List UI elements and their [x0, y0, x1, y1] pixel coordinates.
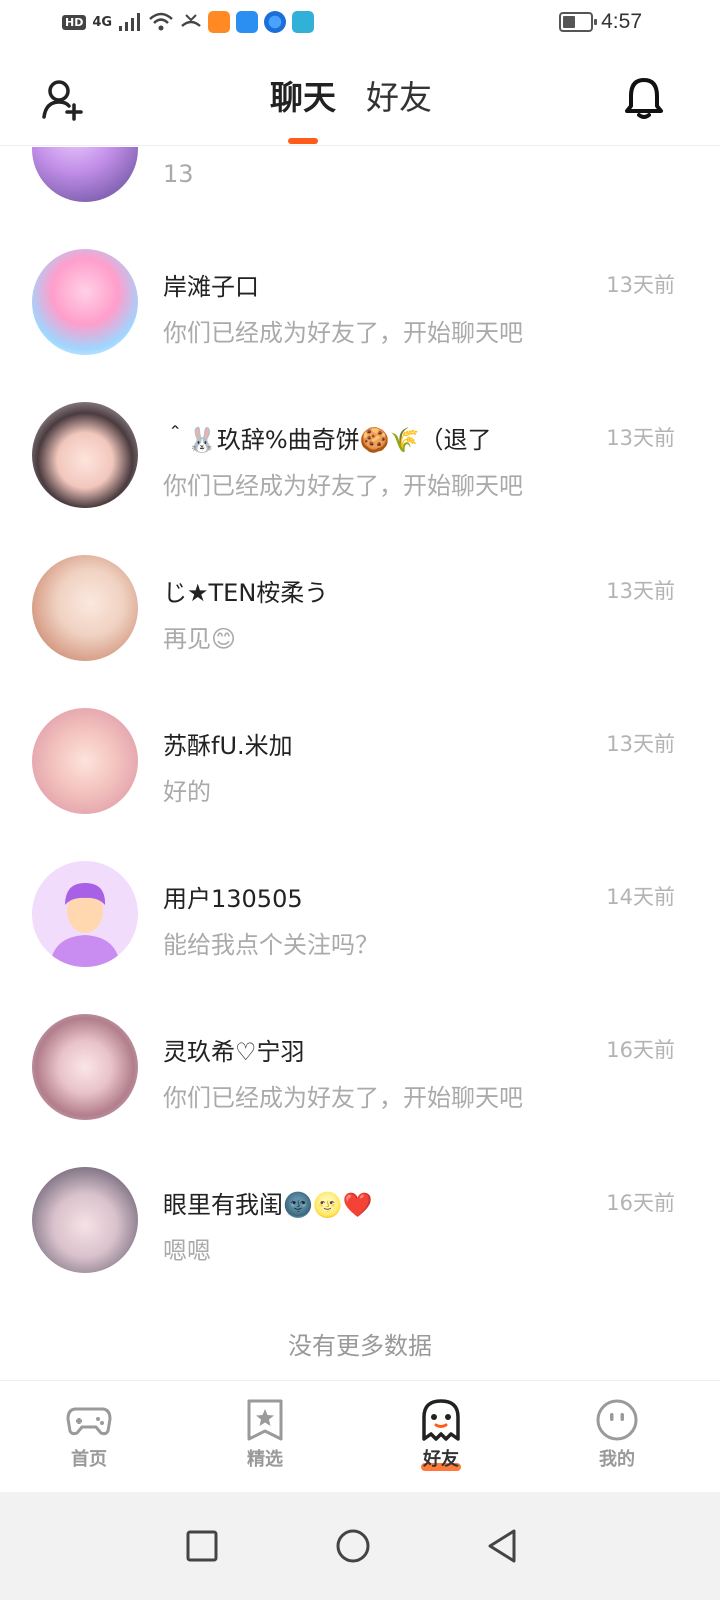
- chat-time: 16天前: [606, 1038, 675, 1062]
- nav-label: 我的: [599, 1449, 635, 1470]
- avatar: [32, 402, 138, 508]
- signal-icon: [119, 13, 141, 31]
- ghost-icon: [422, 1399, 460, 1441]
- chat-name: 用户130505: [163, 885, 303, 913]
- chat-name: じ★TEN桉柔う: [163, 579, 329, 607]
- avatar: [32, 1014, 138, 1120]
- avatar: [32, 555, 138, 661]
- chat-time: 14天前: [606, 885, 675, 909]
- avatar: [32, 1167, 138, 1273]
- bell-icon[interactable]: [620, 74, 668, 122]
- chat-row[interactable]: じ★TEN桉柔う 再见😊 13天前: [0, 531, 720, 684]
- chat-row[interactable]: 灵玖希♡宁羽 你们已经成为好友了，开始聊天吧 16天前: [0, 990, 720, 1143]
- no-more-data-text: 没有更多数据: [288, 1332, 432, 1360]
- chat-name: ＾🐰玖辞%曲奇饼🍪🌾（退了: [163, 426, 492, 454]
- chat-tabs: 聊天 好友: [270, 76, 432, 144]
- tab-friends[interactable]: 好友: [366, 76, 432, 120]
- nav-home[interactable]: 首页: [39, 1397, 139, 1471]
- chat-message: 好的: [163, 778, 211, 806]
- chat-message: 你们已经成为好友了，开始聊天吧: [163, 319, 523, 347]
- chat-row[interactable]: 13: [0, 147, 720, 225]
- chat-row[interactable]: 苏酥fU.米加 好的 13天前: [0, 684, 720, 837]
- chat-time: 13天前: [606, 732, 675, 756]
- tab-chat[interactable]: 聊天: [270, 76, 336, 144]
- chat-time: 13天前: [606, 273, 675, 297]
- chat-row[interactable]: 眼里有我闺🌚🌝❤️ 嗯嗯 16天前: [0, 1143, 720, 1296]
- chat-time: 13天前: [606, 426, 675, 450]
- app-icon-reader: [292, 11, 315, 33]
- nav-featured[interactable]: 精选: [215, 1397, 315, 1471]
- chat-time: 16天前: [606, 1191, 675, 1215]
- app-icon-search: [236, 11, 259, 33]
- nav-label: 好友: [423, 1449, 459, 1470]
- chat-message: 你们已经成为好友了，开始聊天吧: [163, 1084, 523, 1112]
- face-icon: [596, 1399, 638, 1441]
- back-icon[interactable]: [482, 1526, 522, 1566]
- chat-time: 13天前: [606, 579, 675, 603]
- home-icon[interactable]: [333, 1526, 373, 1566]
- add-user-icon[interactable]: [40, 77, 86, 123]
- chat-name: 眼里有我闺🌚🌝❤️: [163, 1191, 373, 1219]
- avatar: [32, 147, 138, 202]
- avatar: [32, 708, 138, 814]
- chat-list[interactable]: 13 岸滩子口 你们已经成为好友了，开始聊天吧 13天前 ＾🐰玖辞%曲奇饼🍪🌾（…: [0, 147, 720, 1380]
- gamepad-icon: [66, 1407, 112, 1436]
- chat-row[interactable]: 岸滩子口 你们已经成为好友了，开始聊天吧 13天前: [0, 225, 720, 378]
- nav-label: 首页: [71, 1449, 107, 1470]
- wifi-icon: [149, 12, 173, 31]
- nav-friends[interactable]: 好友: [391, 1397, 491, 1471]
- default-avatar-icon: [32, 861, 138, 967]
- status-left: HD 4G: [62, 11, 315, 33]
- system-navigation-bar: [0, 1492, 720, 1600]
- status-bar: HD 4G 4:57: [0, 0, 720, 50]
- user-silhouette-icon: [50, 883, 120, 967]
- chat-name: 苏酥fU.米加: [163, 732, 293, 760]
- chat-name: 灵玖希♡宁羽: [163, 1038, 305, 1066]
- top-header: 聊天 好友: [0, 50, 720, 146]
- chat-row[interactable]: ＾🐰玖辞%曲奇饼🍪🌾（退了 你们已经成为好友了，开始聊天吧 13天前: [0, 378, 720, 531]
- nav-profile[interactable]: 我的: [567, 1397, 667, 1471]
- battery-icon: [559, 12, 598, 32]
- app-icon-video: [208, 11, 231, 33]
- chat-message: 嗯嗯: [163, 1237, 211, 1265]
- bottom-navigation: 首页 精选 好友 我的: [0, 1380, 720, 1492]
- avatar: [32, 249, 138, 355]
- chat-message: 能给我点个关注吗？: [163, 931, 379, 959]
- chat-message: 你们已经成为好友了，开始聊天吧: [163, 472, 523, 500]
- chat-message: 13: [163, 160, 194, 188]
- chat-message: 再见😊: [163, 625, 237, 653]
- hd-badge: HD: [62, 14, 87, 30]
- nav-label: 精选: [247, 1449, 283, 1470]
- recent-apps-icon[interactable]: [182, 1526, 222, 1566]
- chat-row[interactable]: 用户130505 能给我点个关注吗？ 14天前: [0, 837, 720, 990]
- app-icon-browser: [264, 11, 287, 33]
- status-right: 4:57: [559, 10, 642, 34]
- network-type: 4G: [92, 14, 113, 30]
- chat-name: 岸滩子口: [163, 273, 259, 301]
- star-bookmark-icon: [247, 1399, 283, 1441]
- clock: 4:57: [601, 10, 642, 33]
- missed-call-icon: [181, 14, 201, 27]
